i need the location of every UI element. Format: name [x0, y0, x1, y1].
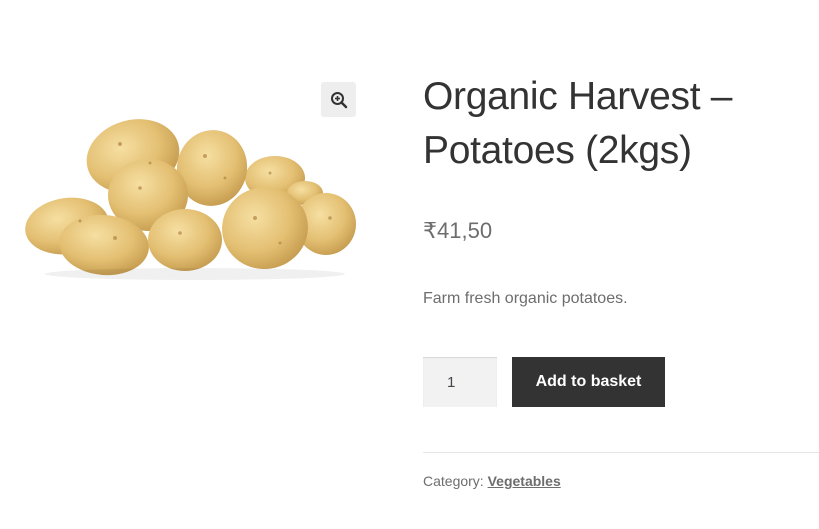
product-description: Farm fresh organic potatoes. — [423, 290, 628, 307]
category-link[interactable]: Vegetables — [488, 473, 561, 489]
quantity-input[interactable] — [423, 357, 497, 407]
product-meta: Category: Vegetables — [423, 473, 561, 489]
product-image[interactable] — [20, 78, 365, 298]
product-title: Organic Harvest – Potatoes (2kgs) — [423, 75, 733, 172]
divider — [423, 452, 819, 453]
zoom-in-icon — [330, 91, 347, 108]
category-label: Category: — [423, 473, 484, 489]
potatoes-image — [25, 119, 356, 280]
zoom-button[interactable] — [321, 82, 356, 117]
add-to-basket-button[interactable]: Add to basket — [512, 357, 665, 407]
product-price: ₹41,50 — [423, 218, 493, 243]
